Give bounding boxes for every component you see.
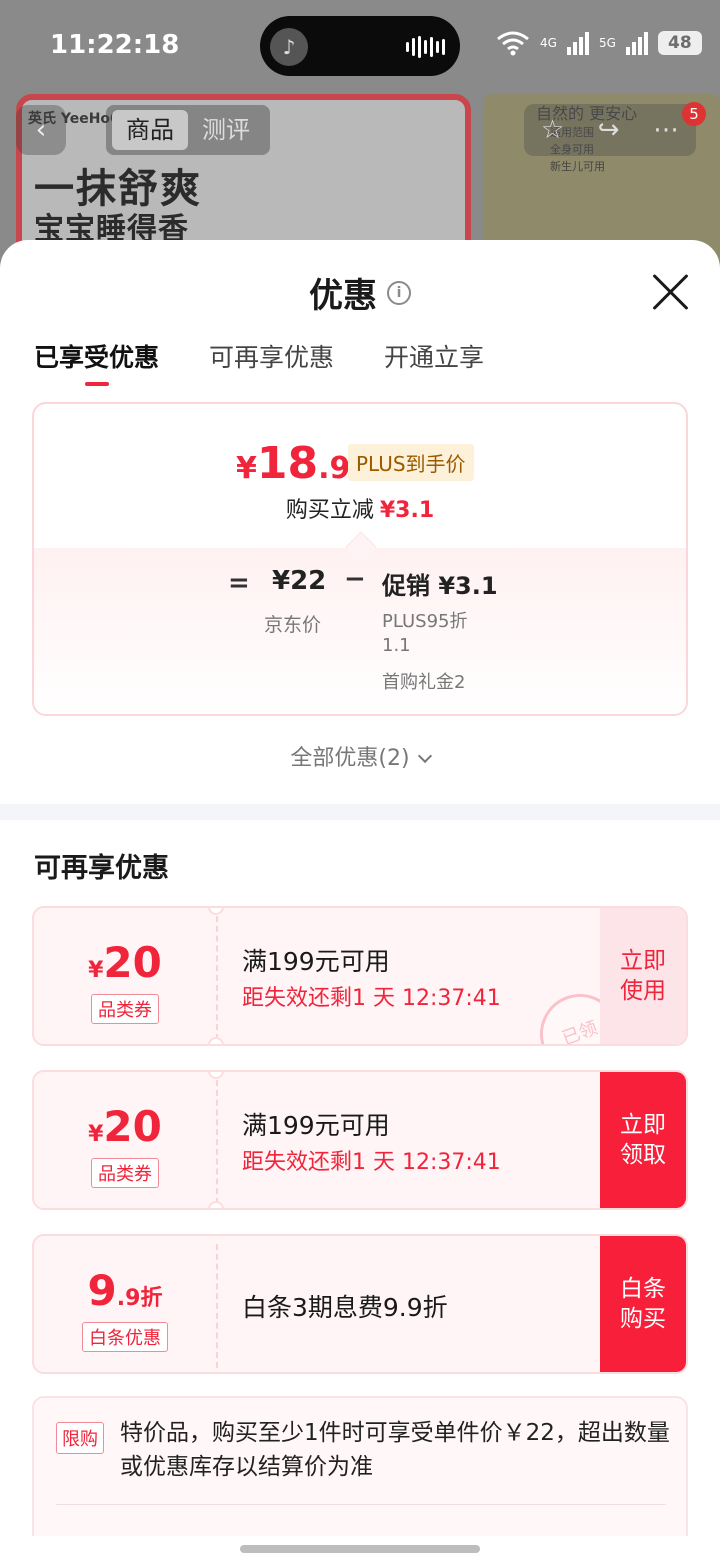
close-icon[interactable] [648,270,692,314]
currency-symbol: ¥ [236,451,257,486]
equals-sign: = [228,568,250,598]
tab-activate[interactable]: 开通立享 [384,338,484,382]
coupon-amount: ¥20 [34,1102,216,1151]
divider [56,1504,666,1505]
coupon-type: 品类券 [34,994,216,1024]
sheet-title: 优惠 i [0,268,720,317]
use-now-button[interactable]: 立即使用 [600,908,686,1044]
back-icon[interactable]: ‹ [16,105,66,155]
reduction-amount: ¥3.1 [379,498,435,523]
signal-icon [625,31,648,55]
coupon-value: ¥20 品类券 [34,1072,216,1208]
notch [208,1037,224,1044]
button-label: 立即使用 [620,948,666,1004]
jd-price: ¥22 [272,566,327,596]
more-icon[interactable]: ⋯ [653,115,679,145]
final-price-area: ¥ 18 .9 PLUS到手价 购买立减 ¥3.1 [34,404,686,548]
limit-tag: 限购 [56,1422,104,1454]
price-breakdown-card: ¥ 18 .9 PLUS到手价 购买立减 ¥3.1 = ¥22 京东价 − 促销 … [32,402,688,716]
network-5g-label: 5G [598,36,616,50]
share-icon[interactable]: ↪ [598,115,620,145]
coupon-condition: 白条3期息费9.9折 [242,1293,448,1322]
status-bar: 11:22:18 ♪ 4G 5G 48 [0,0,720,92]
reduction-label: 购买立减 [285,498,374,523]
baitiao-buy-button[interactable]: 白条购买 [600,1236,686,1372]
coupon-card: ¥20 品类券 满199元可用 距失效还剩1 天 12:37:41 立即领取 [32,1070,688,1210]
promo-detail-plus: PLUS95折 1.1 [382,611,468,656]
status-time: 11:22:18 [50,30,180,60]
promo-detail-gift: 首购礼金2 [382,672,466,693]
coupon-type-tag: 白条优惠 [82,1322,168,1352]
wifi-icon [497,31,529,56]
coupon-number: 9 [87,1266,117,1315]
promotion-sheet: 优惠 i 已享受优惠 可再享优惠 开通立享 ¥ 18 .9 PLUS到手价 购买立… [0,240,720,1536]
instant-reduction: 购买立减 ¥3.1 [34,492,686,524]
purchase-limit-notice: 限购 特价品，购买至少1件时可享受单件价￥22，超出数量或优惠库存以结算价为准 [32,1396,688,1536]
top-nav: ‹ 商品 测评 [16,104,270,156]
claim-now-button[interactable]: 立即领取 [600,1072,686,1208]
all-promotions-toggle[interactable]: 全部优惠(2) [0,740,720,772]
tab-product[interactable]: 商品 [112,110,188,150]
badge-item: 新生儿可用 [550,160,605,173]
promo-tabs: 已享受优惠 可再享优惠 开通立享 [34,338,484,386]
final-price: ¥ 18 .9 [236,438,350,489]
button-label: 白条购买 [620,1276,666,1332]
dashed-separator [216,1080,218,1204]
top-actions: ☆ ↪ ⋯ [524,104,696,156]
section-title: 可再享优惠 [34,853,169,884]
minus-sign: − [344,564,366,594]
discount-suffix: .9折 [116,1286,163,1311]
price-formula: = ¥22 京东价 − 促销 ¥3.1 PLUS95折 1.1 首购礼金2 [34,531,686,714]
coupon-value: ¥20 品类券 [34,908,216,1044]
price-decimal: .9 [318,451,351,486]
tab-enjoyed[interactable]: 已享受优惠 [34,338,159,386]
promo-amount: 促销 ¥3.1 [382,572,498,600]
coupon-card: 9.9折 白条优惠 白条3期息费9.9折 白条购买 [32,1234,688,1374]
plus-price-tag: PLUS到手价 [348,444,474,481]
coupon-countdown: 距失效还剩1 天 12:37:41 [242,1150,501,1175]
limit-text: 特价品，购买至少1件时可享受单件价￥22，超出数量或优惠库存以结算价为准 [120,1420,670,1480]
coupon-number: 20 [103,938,162,987]
battery-icon: 48 [657,31,702,55]
audio-wave-icon [406,36,445,58]
favorite-star-icon[interactable]: ☆ [541,115,564,145]
chevron-down-icon [417,748,432,764]
signal-icon [566,31,589,55]
price-integer: 18 [256,438,319,489]
page-title: 优惠 [309,276,377,316]
coupon-condition: 满199元可用 [242,947,390,976]
network-4g-label: 4G [540,36,557,50]
yen-symbol: ¥ [88,958,104,983]
notch [208,1201,224,1208]
coupon-number: 20 [103,1102,162,1151]
music-note-icon: ♪ [270,28,308,66]
coupon-countdown: 距失效还剩1 天 12:37:41 [242,986,501,1011]
coupon-amount: ¥20 [34,938,216,987]
coupon-type: 品类券 [34,1158,216,1188]
coupon-condition: 满199元可用 [242,1111,390,1140]
coupon-card: ¥20 品类券 满199元可用 距失效还剩1 天 12:37:41 已领 立即使… [32,906,688,1046]
tab-review[interactable]: 测评 [188,110,264,150]
status-icons: 4G 5G 48 [496,30,702,56]
info-icon[interactable]: i [387,280,411,305]
message-count-badge: 5 [682,102,706,126]
jd-price-label: 京东价 [264,614,322,636]
all-promotions-label: 全部优惠(2) [290,746,410,771]
tab-more-available[interactable]: 可再享优惠 [209,338,334,382]
coupon-amount: 9.9折 [34,1266,216,1315]
product-tabs: 商品 测评 [106,105,270,155]
coupon-type-tag: 品类券 [91,994,159,1024]
dashed-separator [216,1244,218,1368]
coupon-type: 白条优惠 [34,1322,216,1352]
button-label: 立即领取 [620,1112,666,1168]
section-divider [0,804,720,820]
home-indicator[interactable] [240,1545,480,1553]
coupon-value: 9.9折 白条优惠 [34,1236,216,1372]
yen-symbol: ¥ [88,1122,104,1147]
dashed-separator [216,916,218,1040]
coupon-type-tag: 品类券 [91,1158,159,1188]
